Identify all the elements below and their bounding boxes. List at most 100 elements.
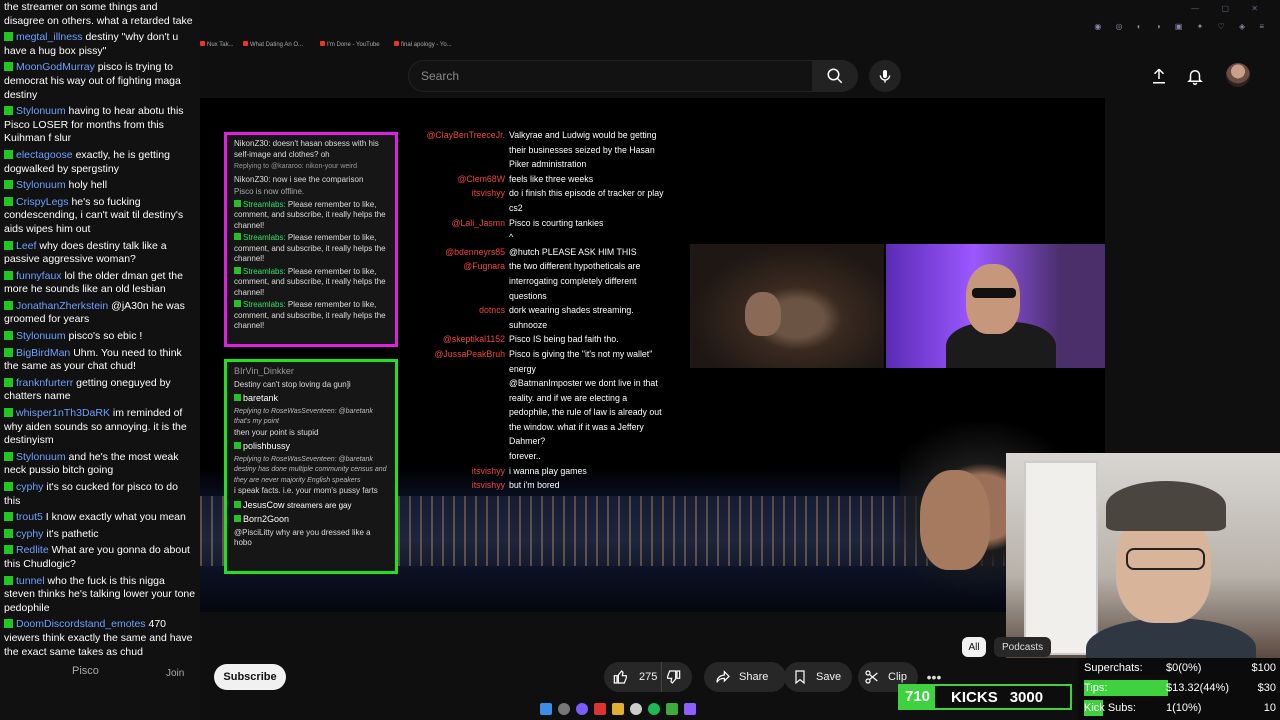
chat-username[interactable]: funnyfaux bbox=[16, 270, 62, 282]
chat-message: megtal_illness destiny "why don't u have… bbox=[0, 30, 200, 60]
like-button[interactable]: 275 bbox=[604, 662, 662, 692]
chat-username: @JussaPeakBruh bbox=[434, 348, 505, 359]
bookmark-item[interactable]: Nux Tak... bbox=[200, 41, 234, 48]
chat-text: forever.. bbox=[509, 451, 541, 462]
spotify-icon[interactable] bbox=[648, 703, 660, 715]
chat-badge-icon bbox=[4, 512, 13, 522]
upload-button[interactable] bbox=[1148, 65, 1170, 87]
tips-row: Tips: $13.32(44%) $30 bbox=[1084, 679, 1276, 697]
chat-username[interactable]: cyphy bbox=[16, 528, 43, 540]
chat-badge-icon bbox=[4, 451, 13, 461]
folder-icon[interactable] bbox=[612, 703, 624, 715]
chat-badge-icon bbox=[4, 545, 13, 555]
taskbar-app-icon[interactable] bbox=[684, 703, 696, 715]
bookmark-item[interactable]: final apology - Yo... bbox=[394, 41, 452, 48]
kicks-label: KICKS bbox=[951, 688, 998, 706]
chat-username[interactable]: MoonGodMurray bbox=[16, 61, 95, 73]
guest-webcam-2 bbox=[886, 244, 1105, 368]
chat-message: Stylonuum having to hear abotu this Pisc… bbox=[0, 104, 200, 148]
chat-username[interactable]: JonathanZherkstein bbox=[16, 300, 108, 312]
more-icon: ••• bbox=[926, 669, 942, 685]
chat-username: itsvishyy bbox=[471, 480, 505, 491]
chat-message: @Clem68W feels like three weeks bbox=[408, 172, 668, 187]
search-input[interactable] bbox=[409, 61, 813, 91]
video-player[interactable]: NikonZ30: doesn't hasan obsess with his … bbox=[200, 98, 1105, 612]
dislike-button[interactable] bbox=[662, 669, 692, 685]
chat-line: JesusCow streamers are gay bbox=[234, 500, 388, 512]
chat-badge-icon bbox=[4, 528, 13, 538]
save-button[interactable]: Save bbox=[784, 662, 852, 692]
subscribe-button[interactable]: Subscribe bbox=[214, 664, 286, 690]
chat-username[interactable]: Stylonuum bbox=[16, 451, 66, 463]
share-button[interactable]: Share bbox=[704, 662, 786, 692]
chat-username[interactable]: cyphy bbox=[16, 481, 43, 493]
join-button[interactable]: Join bbox=[166, 668, 184, 679]
bookmark-icon bbox=[795, 670, 805, 685]
chat-badge-icon bbox=[4, 149, 13, 159]
chat-text: Valkyrae and Ludwig would be getting the… bbox=[509, 130, 657, 170]
taskbar-search-icon[interactable] bbox=[558, 703, 570, 715]
chat-text: Pisco is giving the "it's not my wallet"… bbox=[509, 348, 653, 374]
account-avatar[interactable] bbox=[1226, 63, 1250, 87]
search-button[interactable] bbox=[812, 60, 858, 92]
chat-username[interactable]: whisper1nTh3DaRK bbox=[16, 407, 110, 419]
chat-reply-line: Replying to RoseWasSeventeen: @baretank … bbox=[234, 407, 373, 426]
notifications-button[interactable] bbox=[1184, 65, 1206, 87]
browser-extension-icons[interactable]: ◉ ◎ ◐ ◑ ▣ ✦ ♡ ◈ ≡ bbox=[1094, 22, 1270, 31]
taskbar bbox=[540, 700, 740, 718]
taskbar-app-icon[interactable] bbox=[594, 703, 606, 715]
chat-message: itsvishyy do i finish this episode of tra… bbox=[408, 186, 668, 215]
xbox-icon[interactable] bbox=[666, 703, 678, 715]
chat-username[interactable]: Redlite bbox=[16, 544, 49, 556]
like-count: 275 bbox=[639, 671, 658, 683]
bookmark-item[interactable]: I'm Done - YouTube bbox=[320, 41, 380, 48]
chat-message: ^ bbox=[408, 230, 668, 245]
chat-username[interactable]: trout5 bbox=[16, 511, 43, 523]
bookmarks-bar: Nux Tak... What Dating An O... I'm Done … bbox=[200, 38, 1280, 52]
chat-username[interactable]: CrispyLegs bbox=[16, 196, 69, 208]
chat-username[interactable]: Stylonuum bbox=[16, 105, 66, 117]
chat-message: @BatmanImposter we dont live in that rea… bbox=[408, 376, 668, 449]
chat-username[interactable]: megtal_illness bbox=[16, 31, 83, 43]
chat-reply-line: Replying to RoseWasSeventeen: @baretank … bbox=[234, 455, 387, 484]
chat-message: forever.. bbox=[408, 449, 668, 464]
chat-message: tunnel who the fuck is this nigga steven… bbox=[0, 574, 200, 618]
scissors-icon bbox=[865, 670, 878, 684]
chat-username: baretank bbox=[234, 393, 388, 404]
filter-chip[interactable]: Podcasts bbox=[994, 637, 1052, 657]
streamlabs-message: Streamlabs: Please remember to like, com… bbox=[234, 266, 386, 297]
chat-username[interactable]: electagoose bbox=[16, 149, 73, 161]
chat-message: JonathanZherkstein @jA30n he was groomed… bbox=[0, 299, 200, 329]
thumbs-down-icon bbox=[667, 670, 681, 684]
chat-text: feels like three weeks bbox=[509, 173, 594, 184]
chat-badge-icon bbox=[4, 575, 13, 585]
filter-chip-all[interactable]: All bbox=[962, 637, 986, 657]
bookmark-item[interactable]: What Dating An O... bbox=[243, 41, 303, 48]
chrome-icon[interactable] bbox=[630, 703, 642, 715]
voice-search-button[interactable] bbox=[869, 60, 901, 92]
superchats-row: Superchats: $0(0%) $100 bbox=[1084, 659, 1276, 677]
chat-message: itsvishyy but i'm bored bbox=[408, 478, 668, 493]
windows-start-icon[interactable] bbox=[540, 703, 552, 715]
chat-badge-icon bbox=[4, 619, 13, 629]
chat-message: cyphy it's pathetic bbox=[0, 527, 200, 544]
chat-username[interactable]: franknfurterr bbox=[16, 377, 73, 389]
chat-username[interactable]: DoomDiscordstand_emotes bbox=[16, 618, 146, 630]
chat-text: but i'm bored bbox=[509, 480, 560, 491]
chat-badge-icon bbox=[4, 347, 13, 357]
chat-username[interactable]: BigBirdMan bbox=[16, 347, 70, 359]
chat-badge-icon bbox=[4, 196, 13, 206]
channel-name[interactable]: Pisco bbox=[72, 665, 99, 677]
chat-username bbox=[408, 449, 509, 464]
chat-username[interactable]: tunnel bbox=[16, 575, 45, 587]
tips-label: Tips: bbox=[1084, 682, 1108, 694]
chat-message: @Lali_Jasmn Pisco is courting tankies bbox=[408, 216, 668, 231]
stream-chat-panel-b: BIrVin_Dinkker Destiny can't stop loving… bbox=[224, 359, 398, 574]
chat-username[interactable]: Leef bbox=[16, 240, 36, 252]
chat-message: Stylonuum and he's the most weak neck pu… bbox=[0, 450, 200, 480]
taskbar-app-icon[interactable] bbox=[576, 703, 588, 715]
chat-username[interactable]: Stylonuum bbox=[16, 330, 66, 342]
chat-username[interactable]: Stylonuum bbox=[16, 179, 66, 191]
window-controls[interactable]: — ▢ ✕ bbox=[1191, 4, 1268, 13]
streamlabs-message: Streamlabs: Please remember to like, com… bbox=[234, 199, 386, 230]
